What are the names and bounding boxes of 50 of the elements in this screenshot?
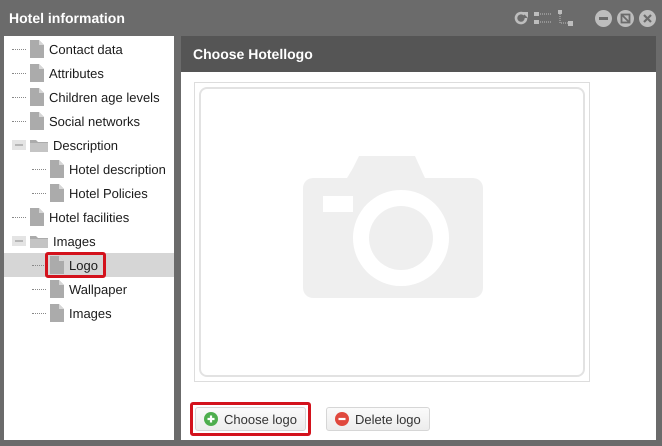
- tree-item-label: Hotel description: [69, 162, 166, 176]
- document-icon: [30, 64, 44, 82]
- tree-item[interactable]: Wallpaper: [4, 277, 174, 301]
- tree-item-label: Logo: [69, 258, 98, 272]
- document-icon: [50, 304, 64, 322]
- document-icon: [50, 184, 64, 202]
- collapse-toggle-icon[interactable]: [12, 140, 26, 150]
- tree-item-label: Description: [53, 138, 118, 152]
- tree-item-label: Hotel facilities: [49, 210, 130, 224]
- refresh-icon[interactable]: [513, 10, 529, 26]
- expand-tree-icon[interactable]: [534, 11, 552, 25]
- minimize-icon[interactable]: [595, 10, 612, 26]
- document-icon: [30, 40, 44, 58]
- delete-button[interactable]: Delete logo: [326, 407, 430, 431]
- plus-icon: [204, 412, 218, 426]
- document-icon: [30, 112, 44, 130]
- tree-item[interactable]: Attributes: [4, 61, 174, 85]
- document-icon: [50, 160, 64, 178]
- tree-item[interactable]: Images: [4, 301, 174, 325]
- tree-item[interactable]: Contact data: [4, 37, 174, 61]
- tree-item-label: Attributes: [49, 66, 104, 80]
- choose-button[interactable]: Choose logo: [195, 407, 306, 431]
- tree-item[interactable]: Social networks: [4, 109, 174, 133]
- folder-icon: [30, 234, 48, 248]
- collapse-toggle-icon[interactable]: [12, 236, 26, 246]
- tree-item[interactable]: Description: [4, 133, 174, 157]
- tree-item-label: Contact data: [49, 42, 123, 56]
- document-icon: [30, 208, 44, 226]
- panel-title: Choose Hotellogo: [193, 46, 313, 62]
- minus-icon: [335, 412, 349, 426]
- tree-item-label: Images: [53, 234, 96, 248]
- close-icon[interactable]: [639, 10, 656, 26]
- tree-item[interactable]: Logo: [4, 253, 174, 277]
- tree-item[interactable]: Hotel description: [4, 157, 174, 181]
- tree-item[interactable]: Images: [4, 229, 174, 253]
- folder-icon: [30, 138, 48, 152]
- collapse-tree-icon[interactable]: [557, 10, 573, 26]
- document-icon: [50, 256, 64, 274]
- tree-item-label: Hotel Policies: [69, 186, 148, 200]
- window-title: Hotel information: [9, 10, 125, 26]
- tree-item[interactable]: Hotel facilities: [4, 205, 174, 229]
- tree-item-label: Social networks: [49, 114, 140, 128]
- document-icon: [30, 88, 44, 106]
- tree-item-label: Images: [69, 306, 112, 320]
- tree-item[interactable]: Children age levels: [4, 85, 174, 109]
- maximize-icon[interactable]: [617, 10, 634, 26]
- tree-item-label: Children age levels: [49, 90, 160, 104]
- document-icon: [50, 280, 64, 298]
- tree-item-label: Wallpaper: [69, 282, 128, 296]
- tree-item[interactable]: Hotel Policies: [4, 181, 174, 205]
